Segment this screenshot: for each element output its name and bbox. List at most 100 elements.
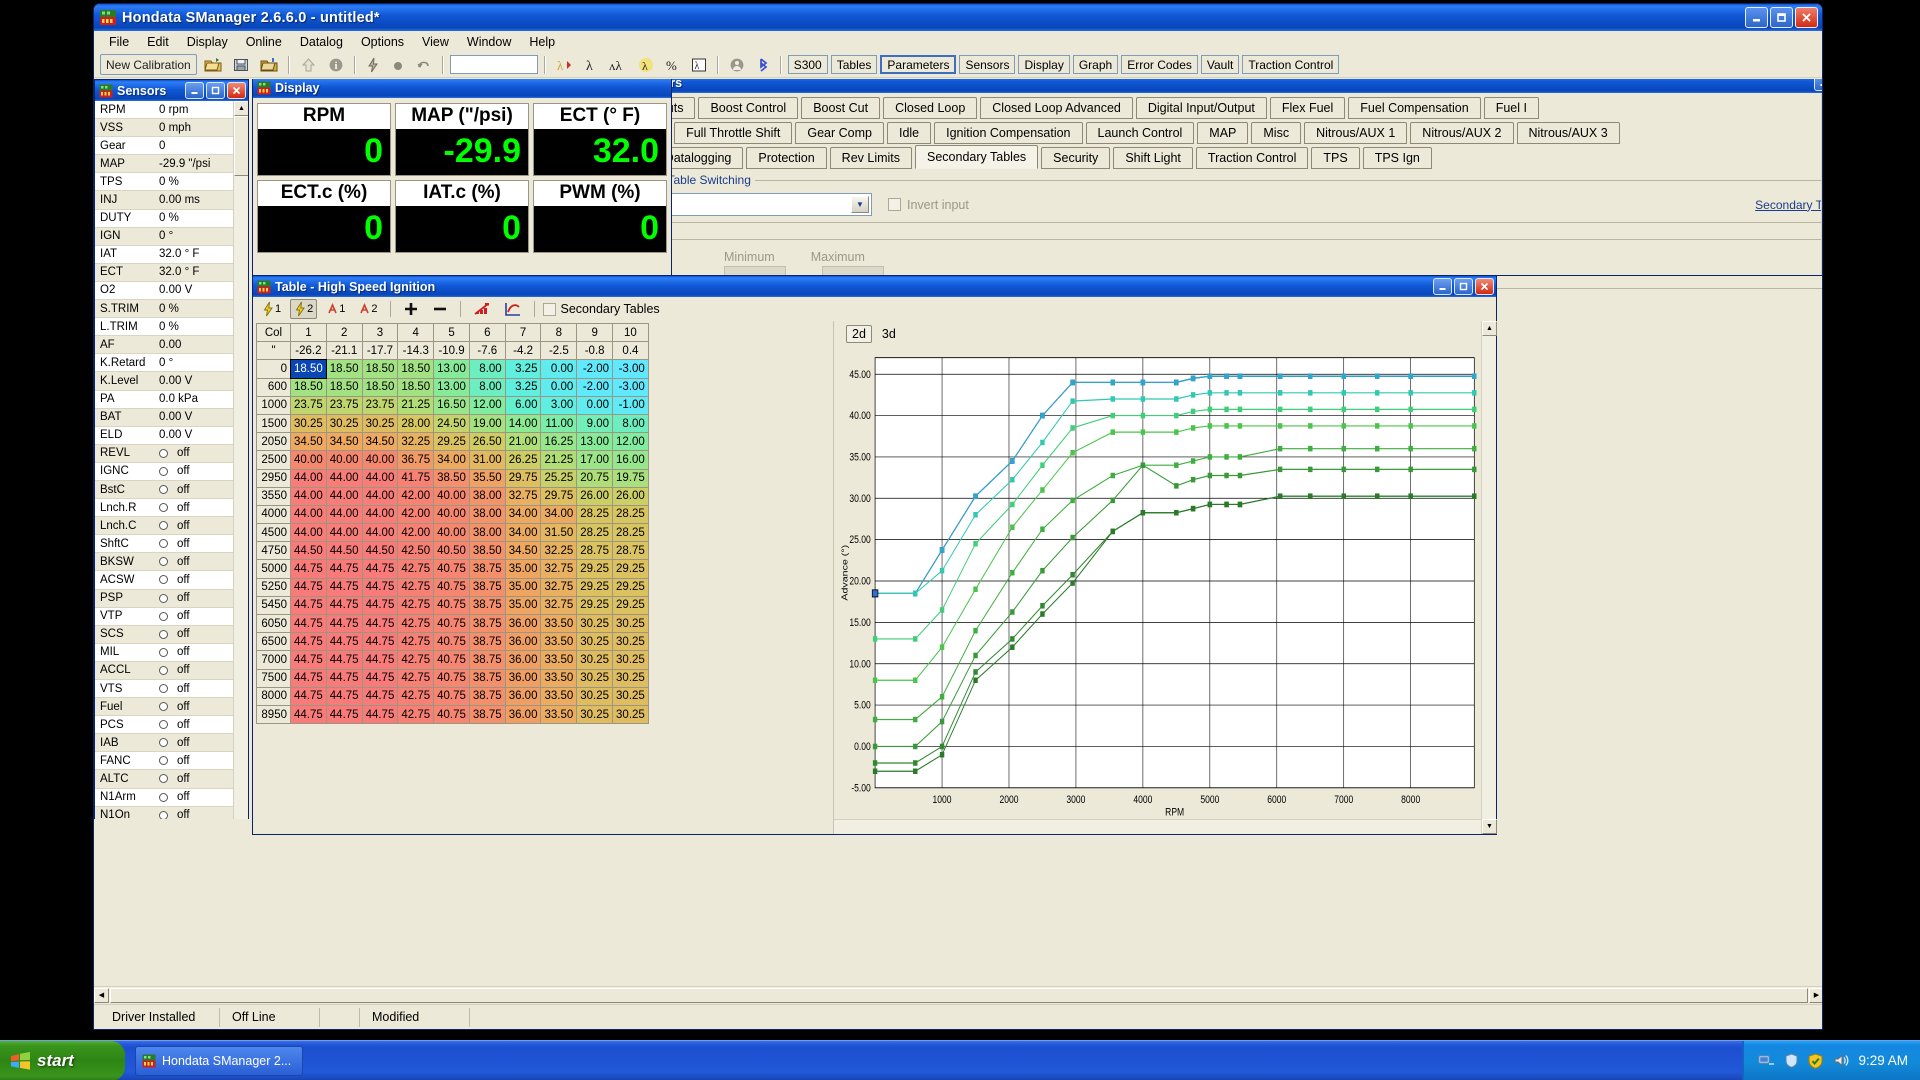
sensor-row[interactable]: AF 0.00	[95, 336, 235, 355]
menu-file[interactable]: File	[100, 33, 138, 51]
table-cell[interactable]: 23.75	[361, 395, 399, 415]
chart-data-point[interactable]	[1174, 509, 1179, 516]
chart-data-point[interactable]	[1110, 396, 1115, 402]
sensor-row[interactable]: BKSW off	[95, 553, 235, 572]
table-cell[interactable]: 23.75	[325, 395, 363, 415]
table-cell[interactable]: 16.00	[612, 450, 649, 470]
chart-data-point[interactable]	[1277, 373, 1283, 379]
table-cell[interactable]: 26.50	[468, 432, 506, 452]
table-row[interactable]: 5450 44.75 44.75 44.75 42.75 40.75 38.75 35.00 3…	[256, 595, 649, 616]
chart-data-point[interactable]	[1237, 390, 1243, 396]
table-cell[interactable]: 30.25	[612, 613, 649, 634]
nav-sensors[interactable]: Sensors	[959, 55, 1016, 74]
table-cell[interactable]: 21.25	[540, 450, 578, 470]
table-cell[interactable]: 0.00	[576, 395, 614, 415]
table-cell[interactable]: 40.75	[433, 632, 470, 652]
chart-data-point[interactable]	[1140, 462, 1146, 468]
mdi-horizontal-scrollbar[interactable]: ◀ ▶	[94, 986, 1822, 1003]
chart-data-point[interactable]	[1374, 373, 1380, 379]
chart-data-point[interactable]	[973, 627, 978, 634]
chart-data-point[interactable]	[1341, 423, 1346, 429]
table-cell[interactable]: 44.75	[325, 595, 363, 616]
table-cell[interactable]: 44.75	[325, 704, 363, 725]
chart-data-point[interactable]	[1010, 644, 1015, 650]
sensor-row[interactable]: SCS off	[95, 625, 235, 644]
table-cell[interactable]: 38.75	[468, 595, 506, 616]
chart-data-point[interactable]	[1308, 373, 1313, 379]
table-cell[interactable]: -2.00	[576, 359, 614, 379]
chart-data-point[interactable]	[1174, 379, 1179, 386]
table-row[interactable]: 1500 30.25 30.25 30.25 28.00 24.50 19.00 14.00 1…	[256, 413, 649, 434]
table-column-index[interactable]: 8	[540, 322, 578, 343]
chart-data-point[interactable]	[1408, 406, 1413, 413]
table-cell[interactable]: 28.75	[576, 541, 614, 561]
table-row-header[interactable]: 2500	[256, 450, 291, 470]
table-row[interactable]: 8950 44.75 44.75 44.75 42.75 40.75 38.75 36.00 3…	[256, 704, 649, 725]
invert-input-checkbox[interactable]	[888, 198, 901, 211]
chart-data-point[interactable]	[939, 718, 945, 725]
table-row-header[interactable]: 1000	[256, 395, 291, 415]
chart-horizontal-scrollbar[interactable]	[834, 819, 1481, 834]
vtec-map-1-icon[interactable]: 1	[322, 299, 349, 319]
chart-data-point[interactable]	[1140, 412, 1146, 419]
sensor-row[interactable]: O2 0.00 V	[95, 282, 235, 301]
sensor-row[interactable]: N1Arm off	[95, 789, 235, 807]
table-cell[interactable]: 44.75	[325, 686, 363, 706]
table-cell[interactable]: 44.00	[361, 504, 399, 525]
chart-data-point[interactable]	[1308, 406, 1313, 413]
ignition-map-2-icon[interactable]: 2	[290, 299, 318, 319]
chart-data-point[interactable]	[1341, 373, 1346, 379]
table-cell[interactable]: 36.00	[504, 686, 542, 706]
table-cell[interactable]: 38.00	[468, 523, 506, 543]
chart-data-point[interactable]	[1174, 412, 1179, 419]
tab-fuel-i[interactable]: Fuel I	[1483, 97, 1539, 119]
sensor-row[interactable]: IGNC off	[95, 463, 235, 481]
chart-data-point[interactable]	[872, 760, 878, 766]
chart-data-point[interactable]	[1207, 423, 1213, 429]
table-cell[interactable]: 36.00	[504, 650, 542, 670]
sensor-row[interactable]: PA 0.0 kPa	[95, 391, 235, 409]
chart-data-point[interactable]	[1040, 439, 1045, 446]
table-row-header[interactable]: 7500	[256, 668, 291, 688]
sensor-row[interactable]: IAT 32.0 ° F	[95, 246, 235, 264]
chart-data-point[interactable]	[1140, 379, 1146, 386]
chart-data-point[interactable]	[1277, 466, 1283, 473]
chart-data-point[interactable]	[939, 694, 945, 700]
sensors-close-button[interactable]	[227, 82, 246, 99]
table-cell[interactable]: 42.75	[397, 650, 435, 670]
table-row-header[interactable]: 4000	[256, 504, 291, 525]
tab-tps-ign[interactable]: TPS Ign	[1362, 147, 1432, 169]
chart-data-point[interactable]	[1277, 445, 1283, 452]
chart-data-point[interactable]	[1190, 392, 1196, 398]
tab-closed-loop[interactable]: Closed Loop	[883, 97, 978, 119]
sensor-row[interactable]: Lnch.C off	[95, 517, 235, 536]
table-cell[interactable]: 40.75	[433, 704, 470, 725]
sensor-row[interactable]: RPM 0 rpm	[95, 101, 235, 120]
chart-data-point[interactable]	[1308, 423, 1313, 429]
ignition-table[interactable]: Col 1 2 3 4 5 6 7 8 9 10 " -26.2 -21.1 -17.7 -14.3 -10.9…	[256, 322, 649, 725]
table-cell[interactable]: 44.00	[290, 523, 327, 543]
chart-data-point[interactable]	[1408, 373, 1413, 379]
table-cell[interactable]: -1.00	[612, 395, 649, 415]
sensor-row[interactable]: DUTY 0 %	[95, 210, 235, 228]
chart-data-point[interactable]	[939, 644, 945, 650]
table-cell[interactable]: 31.50	[540, 523, 578, 543]
chart-2d-button[interactable]: 2d	[846, 325, 872, 343]
table-cell[interactable]: 36.75	[397, 450, 435, 470]
sensor-row[interactable]: TPS 0 %	[95, 173, 235, 192]
info-icon[interactable]: i	[324, 54, 348, 75]
table-cell[interactable]: 30.25	[612, 704, 649, 725]
chart-data-point[interactable]	[1174, 483, 1179, 489]
chart-data-point[interactable]	[1070, 497, 1075, 504]
table-cell[interactable]: 33.50	[540, 613, 578, 634]
table-row-header[interactable]: 600	[256, 377, 291, 397]
sensor-row[interactable]: ECT 32.0 ° F	[95, 263, 235, 282]
table-cell[interactable]: 38.75	[468, 577, 506, 597]
table-cell[interactable]: 26.25	[504, 450, 542, 470]
chart-data-point[interactable]	[1207, 454, 1213, 460]
chart-3d-button[interactable]: 3d	[876, 325, 902, 343]
table-row-header[interactable]: 1500	[256, 413, 291, 434]
nav-error-codes[interactable]: Error Codes	[1121, 55, 1198, 74]
chart-data-point[interactable]	[1308, 466, 1313, 473]
menu-edit[interactable]: Edit	[138, 33, 178, 51]
